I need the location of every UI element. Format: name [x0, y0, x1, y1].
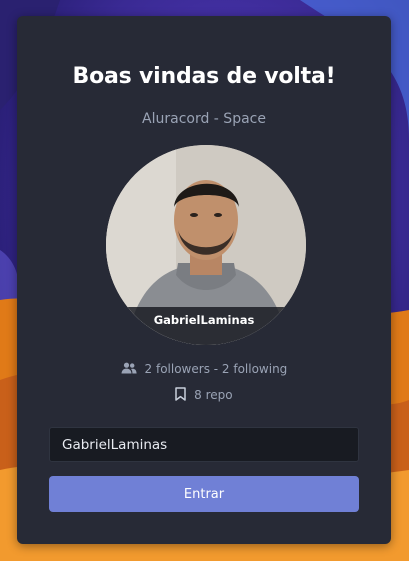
app-subtitle: Aluracord - Space — [142, 111, 266, 127]
people-icon — [121, 362, 137, 377]
repo-text: 8 repo — [194, 388, 233, 402]
username-input[interactable] — [49, 427, 359, 462]
page-title: Boas vindas de volta! — [72, 64, 336, 89]
bookmark-icon — [175, 387, 187, 404]
enter-button[interactable]: Entrar — [49, 476, 359, 512]
login-card: Boas vindas de volta! Aluracord - Space … — [17, 16, 391, 544]
followers-text: 2 followers - 2 following — [144, 362, 288, 376]
repo-stats: 8 repo — [17, 387, 391, 404]
followers-stats: 2 followers - 2 following — [17, 362, 391, 377]
profile-username: GabrielLaminas — [153, 313, 255, 327]
